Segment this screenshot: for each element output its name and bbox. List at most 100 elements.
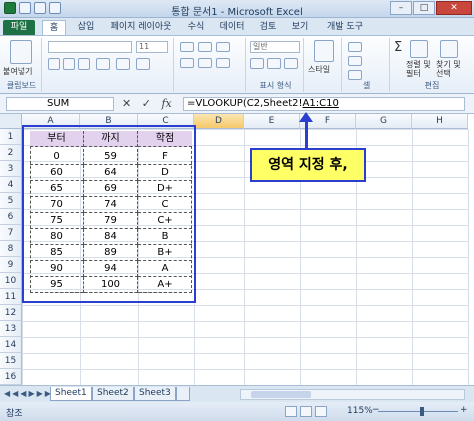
editing-group: Σ 정렬 및 필터 찾기 및 선택 편집 bbox=[392, 38, 472, 92]
row-header[interactable]: 10 bbox=[0, 273, 22, 289]
title-bar: 통합 문서1 - Microsoft Excel – □ ✕ bbox=[0, 0, 474, 18]
tab-formulas[interactable]: 수식 bbox=[182, 20, 210, 35]
zoom-level[interactable]: 115% bbox=[347, 406, 373, 416]
row-header[interactable]: 5 bbox=[0, 193, 22, 209]
row-header[interactable]: 1 bbox=[0, 129, 22, 145]
zoom-out-button[interactable]: − bbox=[372, 405, 380, 415]
cancel-icon[interactable]: ✕ bbox=[122, 97, 131, 110]
select-all-corner[interactable] bbox=[0, 114, 22, 129]
column-header-g[interactable]: G bbox=[356, 114, 412, 129]
name-box[interactable]: SUM bbox=[6, 97, 114, 111]
find-select-label[interactable]: 찾기 및 선택 bbox=[436, 60, 461, 78]
font-size-combo[interactable]: 11 bbox=[136, 41, 168, 53]
number-format-combo[interactable]: 일반 bbox=[250, 41, 300, 53]
row-header[interactable]: 2 bbox=[0, 145, 22, 161]
editing-group-label: 편집 bbox=[424, 81, 440, 90]
align-middle-icon[interactable] bbox=[198, 42, 212, 52]
border-icon[interactable] bbox=[96, 58, 110, 70]
row-header[interactable]: 4 bbox=[0, 177, 22, 193]
paste-icon[interactable] bbox=[10, 40, 32, 64]
cells-group-label: 셀 bbox=[362, 81, 371, 90]
close-button[interactable]: ✕ bbox=[436, 1, 472, 15]
row-header[interactable]: 3 bbox=[0, 161, 22, 177]
align-bottom-icon[interactable] bbox=[216, 42, 230, 52]
status-bar: 참조 115% − + bbox=[0, 402, 474, 421]
row-header[interactable]: 8 bbox=[0, 241, 22, 257]
formula-input[interactable]: =VLOOKUP(C2,Sheet2!A1:C10 bbox=[183, 97, 465, 111]
enter-icon[interactable]: ✓ bbox=[142, 97, 151, 110]
annotation-callout: 영역 지정 후, bbox=[250, 148, 366, 182]
page-break-view-icon[interactable] bbox=[315, 406, 327, 417]
align-center-icon[interactable] bbox=[198, 58, 212, 68]
comma-icon[interactable] bbox=[284, 58, 298, 69]
row-header[interactable]: 11 bbox=[0, 289, 22, 305]
tab-home[interactable]: 홈 bbox=[42, 20, 66, 35]
autosum-icon[interactable]: Σ bbox=[394, 40, 402, 55]
align-left-icon[interactable] bbox=[180, 58, 194, 68]
cells-group: 셀 bbox=[344, 38, 390, 92]
currency-icon[interactable] bbox=[250, 58, 264, 69]
styles-label[interactable]: 스타일 bbox=[308, 64, 330, 75]
row-header[interactable]: 14 bbox=[0, 337, 22, 353]
row-header[interactable]: 12 bbox=[0, 305, 22, 321]
row-header[interactable]: 9 bbox=[0, 257, 22, 273]
tab-insert[interactable]: 삽입 bbox=[72, 20, 100, 35]
formula-bar: SUM ✕ ✓ fx =VLOOKUP(C2,Sheet2!A1:C10 bbox=[0, 94, 474, 114]
maximize-button[interactable]: □ bbox=[413, 1, 435, 15]
tab-page-layout[interactable]: 페이지 레이아웃 bbox=[104, 20, 178, 35]
zoom-slider[interactable] bbox=[378, 411, 458, 412]
tab-data[interactable]: 데이터 bbox=[214, 20, 250, 35]
ribbon: 붙여넣기 클립보드 11 일반 표시 형식 스타일 셀 Σ 정렬 및 필터 찾기… bbox=[0, 36, 474, 94]
insert-cells-icon[interactable] bbox=[348, 42, 362, 52]
ribbon-tabs: 파일 홈 삽입 페이지 레이아웃 수식 데이터 검토 보기 개발 도구 bbox=[0, 18, 474, 36]
horizontal-scrollbar[interactable] bbox=[240, 389, 465, 400]
zoom-in-button[interactable]: + bbox=[460, 405, 468, 415]
percent-icon[interactable] bbox=[267, 58, 281, 69]
number-group-label: 표시 형식 bbox=[259, 81, 292, 90]
tab-view[interactable]: 보기 bbox=[286, 20, 314, 35]
minimize-button[interactable]: – bbox=[390, 1, 412, 15]
align-right-icon[interactable] bbox=[216, 58, 230, 68]
page-layout-view-icon[interactable] bbox=[300, 406, 312, 417]
font-name-combo[interactable] bbox=[48, 41, 132, 53]
align-top-icon[interactable] bbox=[180, 42, 194, 52]
row-header[interactable]: 16 bbox=[0, 369, 22, 385]
font-color-icon[interactable] bbox=[136, 58, 150, 70]
tab-developer[interactable]: 개발 도구 bbox=[320, 20, 370, 35]
find-select-icon[interactable] bbox=[440, 40, 458, 58]
clipboard-group: 붙여넣기 클립보드 bbox=[2, 38, 42, 92]
column-header-d[interactable]: D bbox=[194, 114, 244, 129]
font-group: 11 bbox=[44, 38, 174, 92]
styles-icon[interactable] bbox=[314, 40, 334, 62]
tab-review[interactable]: 검토 bbox=[254, 20, 282, 35]
bold-icon[interactable] bbox=[48, 58, 60, 70]
italic-icon[interactable] bbox=[63, 58, 75, 70]
sheet-tab-sheet2[interactable]: Sheet2 bbox=[92, 387, 134, 401]
arrow-shaft bbox=[305, 120, 308, 148]
column-header-h[interactable]: H bbox=[412, 114, 468, 129]
fill-color-icon[interactable] bbox=[116, 58, 130, 70]
column-header-e[interactable]: E bbox=[244, 114, 300, 129]
insert-function-icon[interactable]: fx bbox=[161, 97, 171, 110]
delete-cells-icon[interactable] bbox=[348, 56, 362, 66]
sort-filter-label[interactable]: 정렬 및 필터 bbox=[406, 60, 431, 78]
new-sheet-icon[interactable] bbox=[176, 387, 190, 401]
zoom-slider-knob[interactable] bbox=[420, 407, 424, 416]
row-header[interactable]: 13 bbox=[0, 321, 22, 337]
sheet-tab-sheet1[interactable]: Sheet1 bbox=[50, 387, 92, 401]
scrollbar-thumb[interactable] bbox=[251, 391, 311, 398]
row-header[interactable]: 15 bbox=[0, 353, 22, 369]
format-cells-icon[interactable] bbox=[348, 70, 362, 80]
paste-label[interactable]: 붙여넣기 bbox=[3, 66, 32, 77]
row-header[interactable]: 7 bbox=[0, 225, 22, 241]
status-mode: 참조 bbox=[6, 409, 23, 419]
tab-file[interactable]: 파일 bbox=[3, 20, 35, 35]
underline-icon[interactable] bbox=[78, 58, 90, 70]
normal-view-icon[interactable] bbox=[285, 406, 297, 417]
row-header[interactable]: 6 bbox=[0, 209, 22, 225]
sort-filter-icon[interactable] bbox=[410, 40, 428, 58]
sheet-nav-icon[interactable]: ◀◀◀▶▶▶ bbox=[4, 389, 53, 398]
sheet-tab-sheet3[interactable]: Sheet3 bbox=[134, 387, 176, 401]
column-divider bbox=[412, 129, 413, 385]
sheet-tab-bar: ◀◀◀▶▶▶ Sheet1 Sheet2 Sheet3 bbox=[0, 385, 474, 402]
